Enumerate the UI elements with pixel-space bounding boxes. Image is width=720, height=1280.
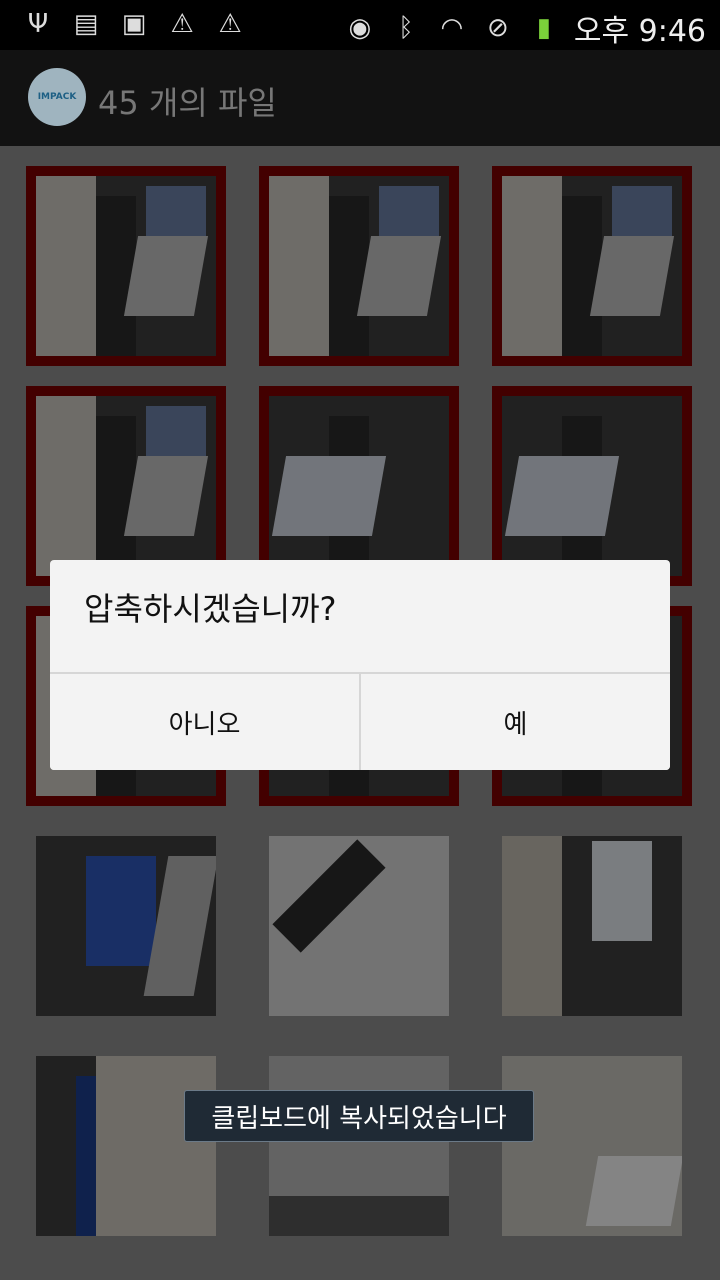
do-not-disturb-icon: ⊘ xyxy=(486,13,509,43)
bluetooth-icon: ᛒ xyxy=(398,13,414,43)
sim-off-icon: ▤ xyxy=(73,9,99,39)
eye-icon: ◉ xyxy=(348,13,372,43)
battery-charging-icon: ▮ xyxy=(536,13,552,43)
wifi-icon: ◠ xyxy=(440,13,464,43)
status-bar: Ψ ▤ ▣ ⚠ ⚠ ◉ ᛒ ◠ ⊘ ▮ 오후 9:46 xyxy=(0,0,720,50)
warning-icon: ⚠ xyxy=(170,9,194,39)
dialog-title: 압축하시겠습니까? xyxy=(84,590,337,628)
confirm-dialog: 압축하시겠습니까? 아니오 예 xyxy=(50,560,670,770)
clock: 오후 9:46 xyxy=(573,14,706,49)
page-title: 45 개의 파일 xyxy=(98,84,277,122)
usb-icon: Ψ xyxy=(27,9,49,39)
warning-icon: ⚠ xyxy=(218,9,242,39)
image-icon: ▣ xyxy=(121,9,147,39)
yes-button[interactable]: 예 xyxy=(361,674,670,770)
no-button[interactable]: 아니오 xyxy=(50,674,359,770)
logo-text: IMPACK xyxy=(37,92,77,102)
toast-message: 클립보드에 복사되었습니다 xyxy=(184,1090,534,1142)
app-logo[interactable]: IMPACK xyxy=(28,68,86,126)
action-bar: IMPACK 45 개의 파일 xyxy=(0,50,720,146)
